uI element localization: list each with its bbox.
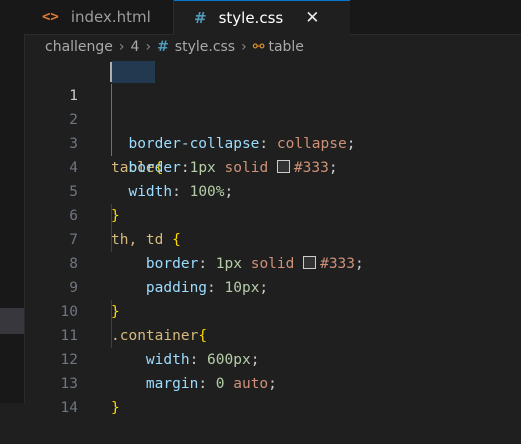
brace: } (111, 400, 120, 416)
code-line: 5 } (24, 156, 521, 224)
breadcrumb-file[interactable]: style.css (175, 39, 235, 55)
html-file-icon: <> (42, 9, 59, 25)
breadcrumb: challenge › 4 › # style.css › ⚯ table (24, 36, 521, 58)
chevron-right-icon: › (118, 39, 125, 55)
code-line: 13 } (24, 348, 521, 416)
editor-tab-bar: <> index.html # style.css ✕ (24, 0, 521, 35)
code-line: 9 } (24, 252, 521, 320)
css-file-icon: # (194, 8, 207, 27)
chevron-right-icon: › (145, 39, 152, 55)
chevron-right-icon: › (241, 39, 247, 55)
code-line: 14 (24, 372, 521, 416)
breadcrumb-symbol[interactable]: table (268, 39, 303, 55)
code-line: 3 border:1px solid #333; (24, 108, 521, 176)
word-highlight (111, 61, 155, 83)
explorer-strip (0, 0, 25, 403)
code-line: 4 width: 100%; (24, 132, 521, 200)
css-file-icon: # (157, 39, 169, 55)
code-line: 7 border: 1px solid #333; (24, 204, 521, 272)
code-line: 1 table{ (24, 60, 521, 176)
breadcrumb-folder-4[interactable]: 4 (131, 39, 140, 55)
tab-label: index.html (70, 8, 151, 26)
tab-index-html[interactable]: <> index.html (24, 0, 174, 34)
symbol-structure-icon: ⚯ (252, 39, 265, 55)
breadcrumb-folder-challenge[interactable]: challenge (45, 39, 113, 55)
code-editor[interactable]: 1 table{ 2 border-collapse: collapse; 3 … (24, 60, 521, 416)
code-line: 8 padding: 10px; (24, 228, 521, 296)
tab-label: style.css (218, 8, 284, 27)
code-line: 10 .container{ (24, 276, 521, 344)
code-line: 11 width: 600px; (24, 300, 521, 368)
code-line: 2 border-collapse: collapse; (24, 84, 521, 152)
code-line: 6 th, td { (24, 180, 521, 248)
tab-style-css[interactable]: # style.css ✕ (174, 0, 350, 35)
line-number: 14 (60, 400, 78, 416)
explorer-selected-item[interactable] (0, 308, 24, 334)
text-caret (110, 62, 112, 82)
close-icon[interactable]: ✕ (305, 8, 319, 28)
code-line: 12 margin: 0 auto; (24, 324, 521, 392)
